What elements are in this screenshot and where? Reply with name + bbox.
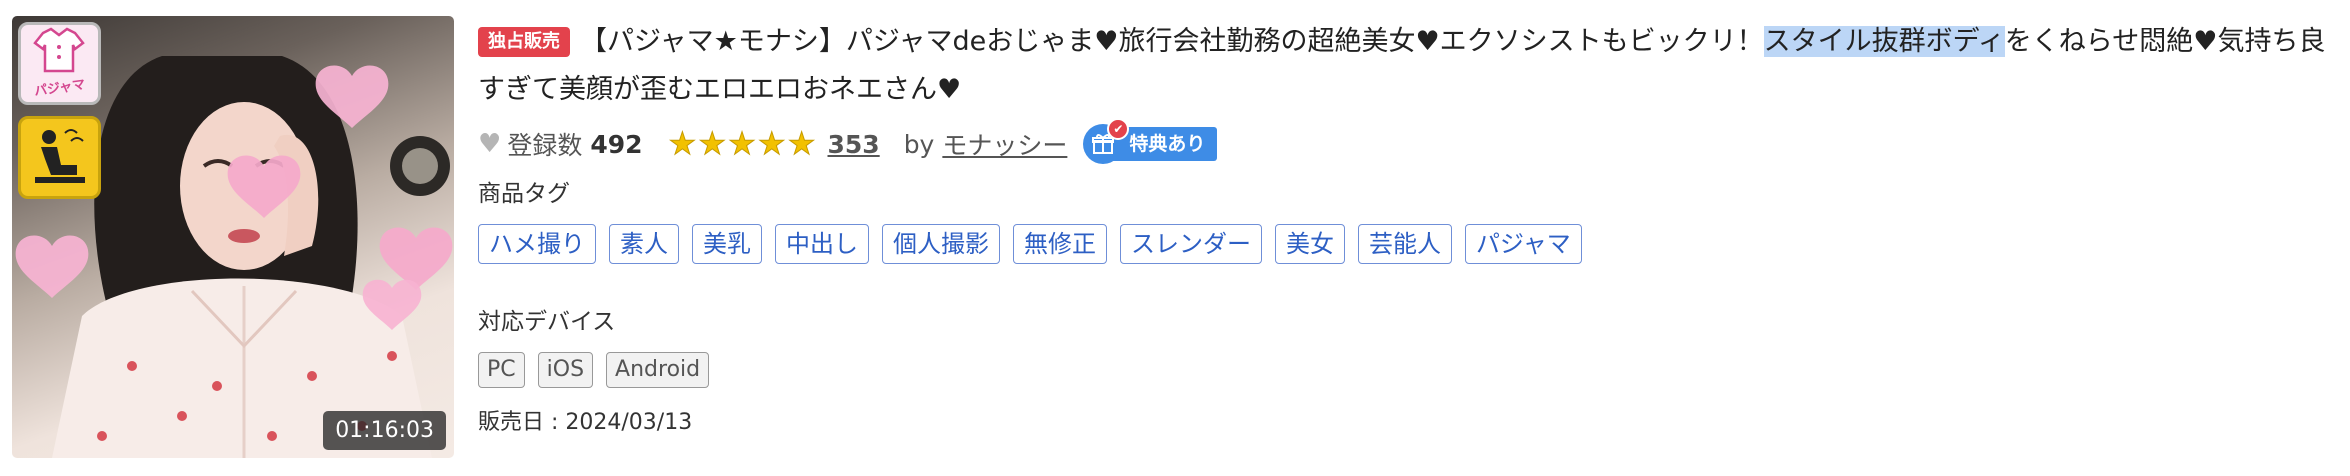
registered-label: 登録数: [507, 131, 583, 160]
video-duration: 01:16:03: [323, 411, 446, 450]
shirt-icon: [33, 27, 85, 73]
product-info: 独占販売 【パジャマ★モナシ】パジャマdeおじゃま♥旅行会社勤務の超絶美女♥エクソ…: [478, 18, 2338, 436]
tag-list: ハメ撮り 素人 美乳 中出し 個人撮影 無修正 スレンダー 美女 芸能人 パジャ…: [478, 224, 2338, 264]
title-text-highlighted: スタイル抜群ボディ: [1763, 26, 2005, 57]
product-thumbnail[interactable]: パジャマ 01:16:03: [12, 16, 454, 458]
tag-link[interactable]: 芸能人: [1358, 224, 1452, 264]
device-badge: PC: [478, 352, 525, 388]
tag-link[interactable]: ハメ撮り: [478, 224, 596, 264]
title-text-start: 【パジャマ★モナシ】パジャマdeおじゃま♥旅行会社勤務の超絶美女♥エクソシストも…: [580, 26, 1764, 57]
bonus-badge[interactable]: ✔ 特典あり: [1083, 118, 1218, 164]
pajama-badge-label: パジャマ: [33, 77, 87, 100]
star-icon: ★: [668, 126, 697, 163]
by-label: by: [903, 129, 935, 159]
author-link[interactable]: モナッシー: [942, 126, 1067, 162]
exclusive-badge: 独占販売: [478, 27, 570, 57]
tag-link[interactable]: 中出し: [775, 224, 869, 264]
tag-link[interactable]: 美乳: [692, 224, 762, 264]
review-count-link[interactable]: 353: [828, 130, 880, 159]
star-icon: ★: [757, 126, 786, 163]
pose-icon: [35, 129, 85, 183]
star-icon: ★: [787, 126, 816, 163]
tag-link[interactable]: パジャマ: [1465, 224, 1582, 264]
release-date: 販売日 : 2024/03/13: [478, 410, 693, 435]
device-list: PC iOS Android: [478, 352, 2338, 388]
pajama-badge: パジャマ: [18, 22, 101, 105]
star-icon: ★: [698, 126, 727, 163]
tag-link[interactable]: 無修正: [1013, 224, 1107, 264]
product-title[interactable]: 独占販売 【パジャマ★モナシ】パジャマdeおじゃま♥旅行会社勤務の超絶美女♥エクソ…: [478, 18, 2338, 114]
star-icon: ★: [728, 126, 757, 163]
devices-section-label: 対応デバイス: [478, 309, 616, 335]
device-badge: iOS: [537, 352, 594, 388]
product-meta: ♥ 登録数 492 ★ ★ ★ ★ ★ 353 by モナッシー ✔ 特典あり: [478, 118, 2338, 164]
star-rating: ★ ★ ★ ★ ★: [668, 126, 818, 163]
heart-icon[interactable]: ♥: [478, 129, 501, 159]
tag-link[interactable]: 美女: [1275, 224, 1345, 264]
tags-section-label: 商品タグ: [478, 181, 570, 207]
tag-link[interactable]: 素人: [609, 224, 679, 264]
device-badge: Android: [606, 352, 710, 388]
registered-count: 492: [590, 129, 643, 159]
tag-link[interactable]: スレンダー: [1120, 224, 1262, 264]
pose-badge: [18, 116, 101, 199]
tag-link[interactable]: 個人撮影: [882, 224, 1000, 264]
